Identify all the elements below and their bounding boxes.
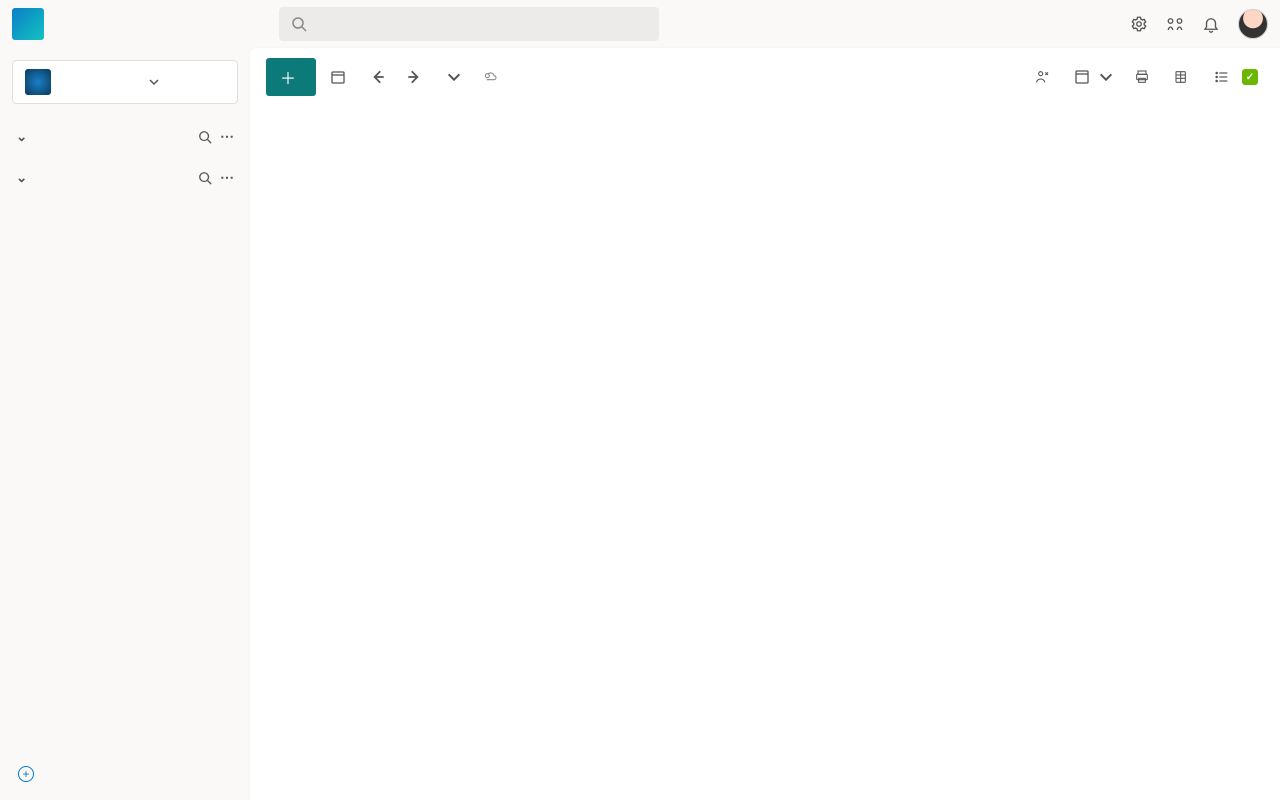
settings-icon[interactable] [1130, 15, 1148, 33]
more-icon[interactable]: ⋯ [220, 128, 234, 145]
manage-services-link[interactable] [12, 151, 238, 163]
org-selector[interactable] [12, 60, 238, 104]
add-time-off-button[interactable] [1028, 65, 1060, 89]
bell-icon[interactable] [1202, 15, 1220, 33]
chevron-down-icon [148, 76, 225, 88]
app-logo [12, 8, 44, 40]
sidebar: ⌄ ⋯ ⌄ ⋯ [0, 48, 250, 800]
export-icon [1174, 69, 1190, 85]
user-avatar[interactable] [1238, 9, 1268, 39]
date-picker[interactable] [436, 65, 468, 89]
staff-header-row[interactable]: ⌄ ⋯ [12, 163, 238, 192]
list-icon [1214, 69, 1230, 85]
time-column [250, 106, 296, 800]
weather-icon[interactable] [476, 65, 504, 89]
manage-staff-link[interactable] [12, 192, 238, 204]
search-icon [291, 16, 307, 32]
calendar-icon [330, 69, 346, 85]
new-appointment-button[interactable]: ＋ [266, 58, 316, 96]
search-icon[interactable] [198, 171, 212, 185]
view-selector[interactable] [1068, 65, 1120, 89]
org-logo [25, 69, 51, 95]
calendar-columns [296, 106, 1280, 800]
chevron-down-icon: ⌄ [16, 129, 27, 145]
new-bookings-calendar[interactable]: + [18, 766, 42, 782]
services-header-row[interactable]: ⌄ ⋯ [12, 122, 238, 151]
today-button[interactable] [324, 65, 356, 89]
calendar-body [250, 106, 1280, 800]
chevron-down-icon [446, 69, 462, 85]
search-input[interactable] [279, 7, 659, 41]
top-bar [0, 0, 1280, 48]
day-icon [1074, 69, 1090, 85]
content-area: ＋ [250, 48, 1280, 800]
plus-icon: + [18, 766, 34, 782]
plus-icon: ＋ [280, 65, 296, 89]
chevron-down-icon: ⌄ [16, 170, 27, 186]
more-icon[interactable]: ⋯ [220, 169, 234, 186]
check-badge-icon: ✓ [1242, 69, 1258, 85]
prev-button[interactable] [364, 65, 392, 89]
print-button[interactable] [1128, 65, 1160, 89]
chevron-down-icon [1098, 69, 1114, 85]
print-icon [1134, 69, 1150, 85]
toolbar: ＋ [250, 48, 1280, 106]
next-button[interactable] [400, 65, 428, 89]
person-off-icon [1034, 69, 1050, 85]
action-items-button[interactable]: ✓ [1208, 65, 1264, 89]
apps-icon[interactable] [1166, 15, 1184, 33]
search-icon[interactable] [198, 130, 212, 144]
export-button[interactable] [1168, 65, 1200, 89]
